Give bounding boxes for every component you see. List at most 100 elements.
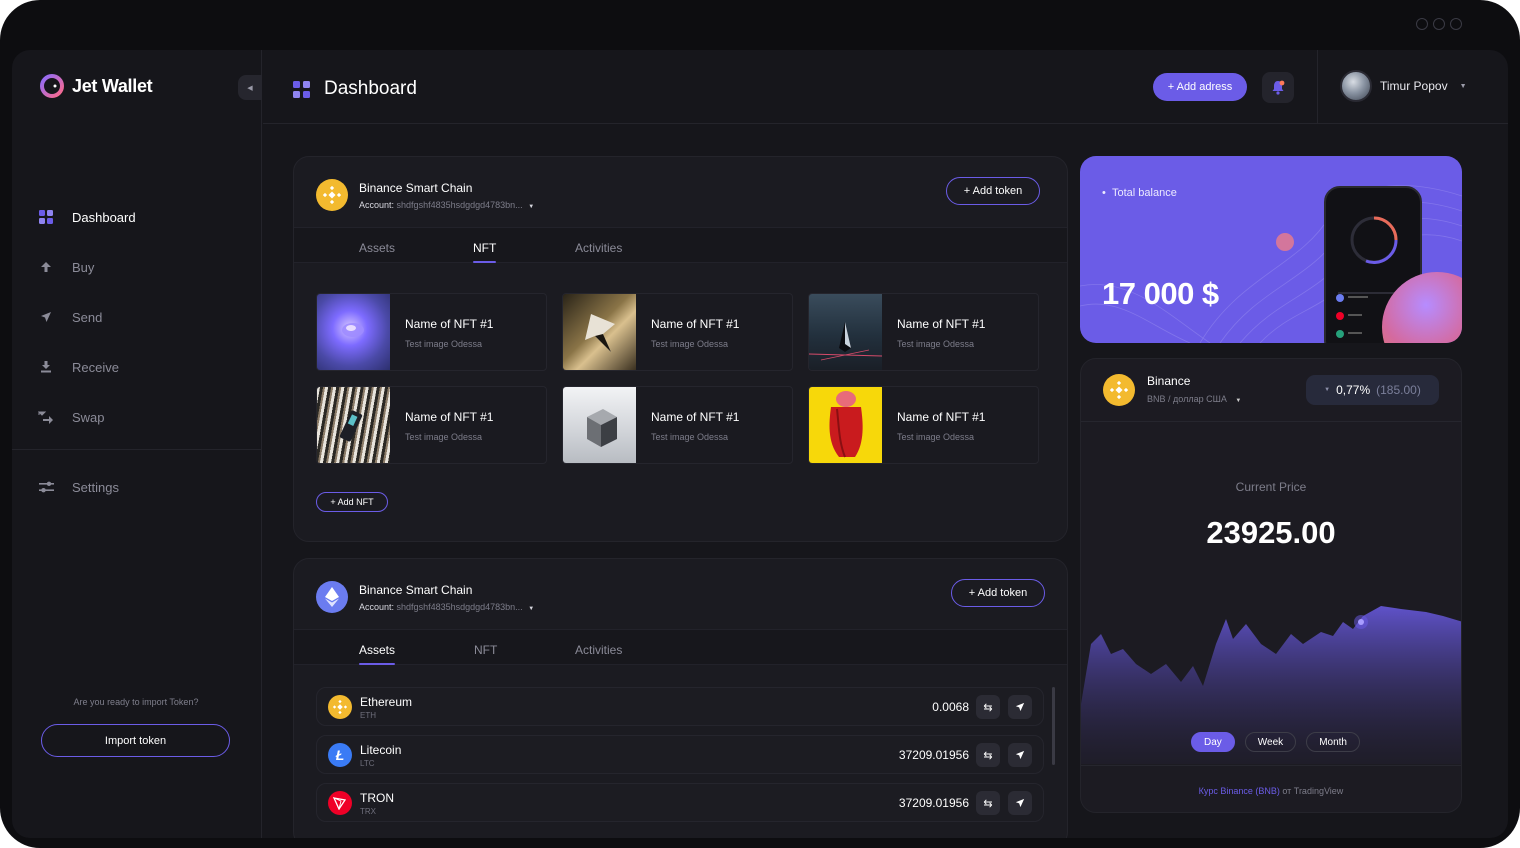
- tron-icon: [328, 791, 352, 815]
- sidebar-item-receive[interactable]: Receive: [38, 342, 238, 392]
- binance-icon: [316, 179, 348, 211]
- nft-item[interactable]: Name of NFT #1 Test image Odessa: [316, 293, 547, 371]
- swap-icon: ⇆: [983, 701, 993, 714]
- dashboard-icon: [293, 80, 310, 98]
- send-icon: [1015, 798, 1025, 808]
- coin-name: Binance: [1147, 374, 1191, 388]
- arrow-up-icon: [38, 259, 54, 275]
- swap-asset-button[interactable]: ⇆: [976, 791, 1000, 815]
- send-asset-button[interactable]: [1008, 695, 1032, 719]
- chain-name: Binance Smart Chain: [359, 181, 473, 195]
- add-address-button[interactable]: + Add adress: [1153, 73, 1247, 101]
- sidebar-item-settings[interactable]: Settings: [38, 462, 119, 512]
- nft-name: Name of NFT #1: [651, 410, 740, 424]
- app-window: Jet Wallet ◀ Dashboard Buy Send Receive …: [0, 0, 1520, 848]
- send-icon: [1015, 750, 1025, 760]
- nft-image: [563, 387, 636, 463]
- tab-nft[interactable]: NFT: [474, 643, 497, 657]
- add-nft-button[interactable]: + Add NFT: [316, 492, 388, 512]
- user-menu[interactable]: Timur Popov ▼: [1340, 70, 1467, 102]
- card-header: Binance Smart Chain Account: shdfgshf483…: [294, 157, 1067, 227]
- page-title-group: Dashboard: [293, 78, 417, 100]
- add-token-button[interactable]: + Add token: [951, 579, 1045, 607]
- add-token-button[interactable]: + Add token: [946, 177, 1040, 205]
- asset-row[interactable]: Ł Litecoin LTC 37209.01956 ⇆: [316, 735, 1044, 774]
- notifications-button[interactable]: [1262, 72, 1294, 103]
- nft-item[interactable]: Name of NFT #1 Test image Odessa: [808, 386, 1039, 464]
- nft-subtitle: Test image Odessa: [651, 432, 729, 442]
- nft-item[interactable]: Name of NFT #1 Test image Odessa: [316, 386, 547, 464]
- app-frame: Jet Wallet ◀ Dashboard Buy Send Receive …: [12, 50, 1508, 838]
- send-asset-button[interactable]: [1008, 743, 1032, 767]
- asset-row[interactable]: Ethereum ETH 0.0068 ⇆: [316, 687, 1044, 726]
- asset-ticker: LTC: [360, 759, 375, 768]
- ethereum-icon: [328, 695, 352, 719]
- range-tab-week[interactable]: Week: [1244, 732, 1297, 752]
- nft-name: Name of NFT #1: [405, 317, 494, 331]
- nft-name: Name of NFT #1: [405, 410, 494, 424]
- pair-label: BNB / доллар США: [1147, 394, 1227, 404]
- asset-row[interactable]: TRON TRX 37209.01956 ⇆: [316, 783, 1044, 822]
- nft-subtitle: Test image Odessa: [405, 339, 483, 349]
- sidebar-item-send[interactable]: Send: [38, 292, 238, 342]
- tab-assets[interactable]: Assets: [359, 241, 395, 255]
- current-price-value: 23925.00: [1206, 515, 1336, 550]
- window-dot[interactable]: [1416, 18, 1428, 30]
- import-prompt: Are you ready to import Token?: [73, 697, 199, 707]
- assets-scrollbar[interactable]: [1052, 687, 1055, 765]
- settings-sliders-icon: [38, 479, 54, 495]
- binance-icon: [1103, 374, 1135, 406]
- swap-asset-button[interactable]: ⇆: [976, 695, 1000, 719]
- tab-nft[interactable]: NFT: [473, 241, 497, 263]
- total-balance-label: • Total balance: [1102, 187, 1177, 199]
- window-dot[interactable]: [1433, 18, 1445, 30]
- chevron-down-icon: ▼: [528, 204, 535, 210]
- header: Dashboard + Add adress Timur Popov ▼: [263, 50, 1508, 124]
- swap-icon: ⇆: [983, 749, 993, 762]
- page-title: Dashboard: [324, 78, 417, 99]
- avatar: [1340, 70, 1372, 102]
- sidebar-item-dashboard[interactable]: Dashboard: [38, 192, 238, 242]
- asset-ticker: TRX: [360, 807, 376, 816]
- send-icon: [1015, 702, 1025, 712]
- tab-activities[interactable]: Activities: [575, 241, 622, 255]
- asset-amount: 37209.01956: [898, 796, 969, 810]
- app-logo[interactable]: Jet Wallet: [40, 74, 153, 98]
- account-selector[interactable]: Account: shdfgshf4835hsdgdgd4783bn... ▼: [359, 200, 534, 210]
- nft-subtitle: Test image Odessa: [405, 432, 483, 442]
- nft-image: [809, 294, 882, 370]
- pair-selector[interactable]: BNB / доллар США ▼: [1147, 394, 1241, 404]
- tab-activities[interactable]: Activities: [575, 643, 622, 657]
- account-selector[interactable]: Account: shdfgshf4835hsdgdgd4783bn... ▼: [359, 602, 534, 612]
- sidebar-item-label: Receive: [72, 359, 119, 375]
- swap-icon: [38, 409, 54, 425]
- range-tab-day[interactable]: Day: [1191, 732, 1235, 752]
- wallet-tabs: Assets NFT Activities: [294, 629, 1067, 665]
- nft-item[interactable]: Name of NFT #1 Test image Odessa: [562, 293, 793, 371]
- account-address: shdfgshf4835hsdgdgd4783bn...: [396, 602, 523, 612]
- tradingview-link[interactable]: Курс Binance (BNB): [1199, 786, 1280, 796]
- send-icon: [38, 309, 54, 325]
- bullet-icon: •: [1102, 187, 1106, 199]
- sidebar-item-label: Send: [72, 309, 103, 325]
- sidebar-item-buy[interactable]: Buy: [38, 242, 238, 292]
- collapse-sidebar-button[interactable]: ◀: [238, 75, 262, 100]
- caret-down-icon: ▼: [1324, 387, 1331, 393]
- wallet-tabs: Assets NFT Activities: [294, 227, 1067, 263]
- swap-icon: ⇆: [983, 797, 993, 810]
- nft-item[interactable]: Name of NFT #1 Test image Odessa: [562, 386, 793, 464]
- tab-assets[interactable]: Assets: [359, 643, 396, 665]
- price-card: Binance BNB / доллар США ▼ ▼ 0,77% (185.…: [1080, 358, 1462, 813]
- account-label: Account:: [359, 200, 395, 210]
- import-token-button[interactable]: Import token: [41, 724, 230, 757]
- price-card-divider: [1081, 765, 1461, 766]
- swap-asset-button[interactable]: ⇆: [976, 743, 1000, 767]
- range-tab-month[interactable]: Month: [1306, 732, 1360, 752]
- send-asset-button[interactable]: [1008, 791, 1032, 815]
- window-controls: [1416, 18, 1462, 30]
- sidebar-item-swap[interactable]: Swap: [38, 392, 238, 442]
- nft-item[interactable]: Name of NFT #1 Test image Odessa: [808, 293, 1039, 371]
- nft-subtitle: Test image Odessa: [897, 339, 975, 349]
- window-dot[interactable]: [1450, 18, 1462, 30]
- sidebar-nav: Dashboard Buy Send Receive Swap: [38, 192, 238, 442]
